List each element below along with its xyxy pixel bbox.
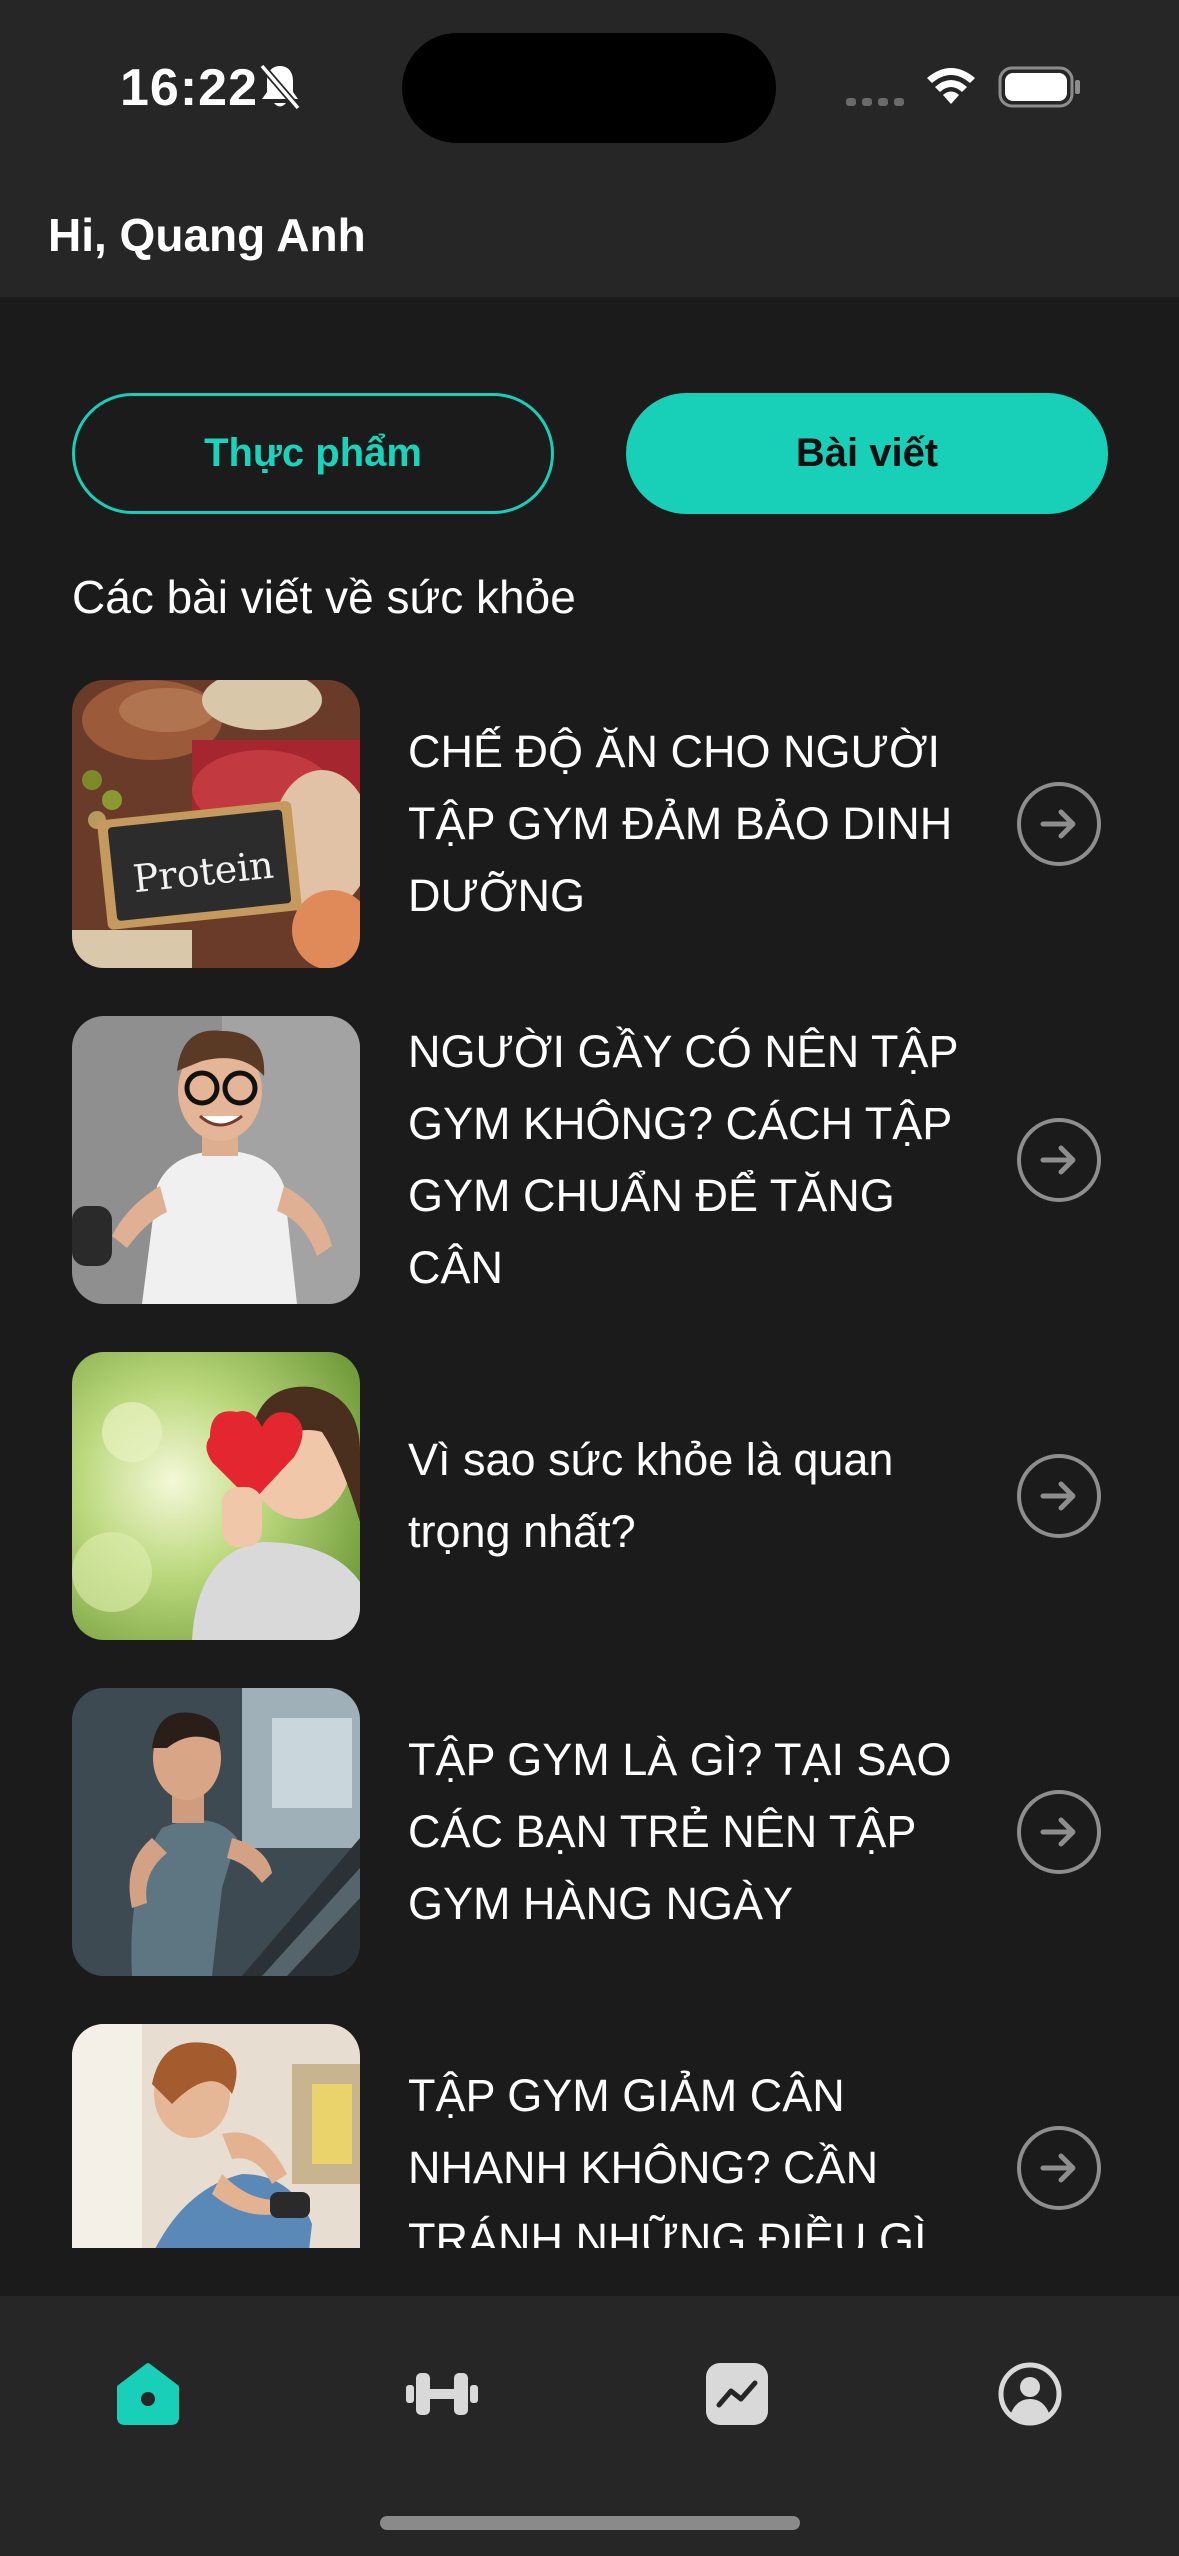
arrow-right-circle-icon[interactable] (1016, 1117, 1102, 1203)
battery-icon (998, 66, 1080, 108)
cellular-signal-icon (846, 98, 904, 106)
article-title[interactable]: NGƯỜI GẦY CÓ NÊN TẬP GYM KHÔNG? CÁCH TẬP… (408, 1016, 988, 1304)
article-thumbnail-protein: Protein (72, 680, 360, 968)
arrow-right-circle-icon[interactable] (1016, 1789, 1102, 1875)
article-thumbnail-skinny-man (72, 1016, 360, 1304)
dynamic-island (402, 33, 776, 143)
home-icon (117, 2363, 179, 2425)
article-thumbnail-woman-workout (72, 2024, 360, 2248)
greeting-text: Hi, Quang Anh (48, 209, 366, 261)
article-title[interactable]: TẬP GYM LÀ GÌ? TẠI SAO CÁC BẠN TRẺ NÊN T… (408, 1724, 988, 1940)
article-item[interactable]: TẬP GYM LÀ GÌ? TẠI SAO CÁC BẠN TRẺ NÊN T… (0, 1688, 1179, 1976)
nav-home[interactable] (108, 2354, 188, 2434)
top-bar: 16:22 Hi, Quang Anh (0, 0, 1179, 297)
section-title: Các bài viết về sức khỏe (72, 571, 576, 623)
arrow-right-circle-icon[interactable] (1016, 781, 1102, 867)
article-item[interactable]: Protein CHẾ ĐỘ ĂN CHO NGƯỜI TẬP GYM ĐẢM … (0, 680, 1179, 968)
article-title[interactable]: TẬP GYM GIẢM CÂN NHANH KHÔNG? CẦN TRÁNH … (408, 2060, 988, 2248)
article-item[interactable]: Vì sao sức khỏe là quan trọng nhất? (0, 1352, 1179, 1640)
article-thumbnail-heart-woman (72, 1352, 360, 1640)
home-indicator[interactable] (380, 2516, 800, 2530)
article-title[interactable]: CHẾ ĐỘ ĂN CHO NGƯỜI TẬP GYM ĐẢM BẢO DINH… (408, 716, 988, 932)
nav-statistics[interactable] (697, 2354, 777, 2434)
article-title[interactable]: Vì sao sức khỏe là quan trọng nhất? (408, 1424, 988, 1568)
profile-icon (998, 2362, 1062, 2426)
article-item[interactable]: NGƯỜI GẦY CÓ NÊN TẬP GYM KHÔNG? CÁCH TẬP… (0, 1016, 1179, 1304)
chart-icon (706, 2363, 768, 2425)
nav-workouts[interactable] (402, 2354, 482, 2434)
dumbbell-icon (406, 2373, 478, 2415)
article-list[interactable]: Protein CHẾ ĐỘ ĂN CHO NGƯỜI TẬP GYM ĐẢM … (0, 680, 1179, 2248)
article-item[interactable]: TẬP GYM GIẢM CÂN NHANH KHÔNG? CẦN TRÁNH … (0, 2024, 1179, 2248)
arrow-right-circle-icon[interactable] (1016, 1453, 1102, 1539)
tab-food[interactable]: Thực phẩm (72, 393, 554, 514)
bell-muted-icon (259, 63, 301, 111)
article-thumbnail-treadmill-runner (72, 1688, 360, 1976)
arrow-right-circle-icon[interactable] (1016, 2125, 1102, 2211)
wifi-icon (927, 68, 975, 104)
tab-articles[interactable]: Bài viết (626, 393, 1108, 514)
app-screen: 16:22 Hi, Quang Anh Thực phẩm Bài viết C… (0, 0, 1179, 2556)
status-time: 16:22 (120, 59, 258, 117)
nav-profile[interactable] (990, 2354, 1070, 2434)
